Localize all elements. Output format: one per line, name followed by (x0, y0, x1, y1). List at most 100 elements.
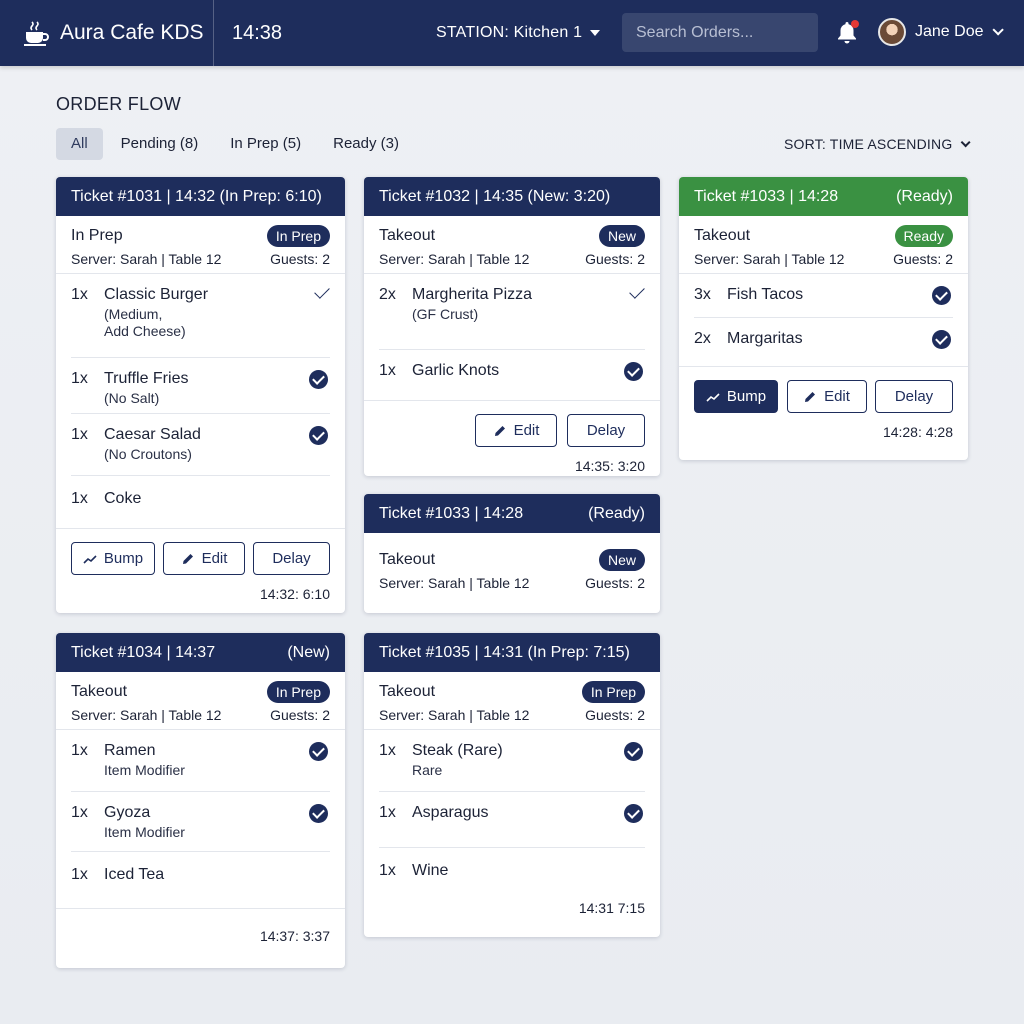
order-type: Takeout (379, 683, 436, 700)
item-modifier: (No Croutons) (104, 446, 192, 462)
bump-button[interactable]: Bump (694, 380, 778, 413)
ticket-card-1034[interactable]: Ticket #1034 | 14:37 (New) Takeout In Pr… (56, 633, 345, 968)
item-qty: 1x (71, 742, 88, 759)
guest-count: Guests: 2 (893, 251, 953, 267)
chevron-down-icon (961, 136, 971, 147)
ticket-header: Ticket #1031 | 14:32 (In Prep: 6:10) (56, 177, 345, 216)
item-qty: 1x (71, 804, 88, 821)
guest-count: Guests: 2 (585, 251, 645, 267)
item-list: 1x Ramen Item Modifier 1x Gyoza Item Mod… (56, 730, 345, 908)
delay-label: Delay (586, 422, 626, 439)
item-qty: 1x (379, 862, 396, 879)
check-circle-icon[interactable] (932, 286, 951, 305)
bump-button[interactable]: Bump (71, 542, 155, 575)
ticket-actions: Edit Delay (364, 400, 660, 447)
server-table: Server: Sarah | Table 12 (71, 251, 222, 267)
ticket-meta: Takeout Ready Server: Sarah | Table 12 G… (679, 216, 968, 274)
bump-label: Bump (103, 550, 144, 567)
elapsed-time: 14:31 7:15 (578, 900, 645, 916)
sort-dropdown[interactable]: SORT: TIME ASCENDING (784, 136, 971, 152)
check-circle-icon[interactable] (624, 804, 643, 823)
item-name: Margherita Pizza (412, 286, 533, 303)
item-qty: 1x (71, 426, 88, 443)
delay-label: Delay (272, 550, 311, 567)
search-input[interactable] (622, 13, 818, 52)
check-circle-icon[interactable] (309, 370, 328, 389)
list-item[interactable]: 1x Wine (379, 848, 645, 898)
item-qty: 3x (694, 286, 711, 303)
check-circle-icon[interactable] (624, 742, 643, 761)
coffee-cup-icon (24, 21, 49, 46)
ticket-header: Ticket #1032 | 14:35 (New: 3:20) (364, 177, 660, 216)
delay-button[interactable]: Delay (875, 380, 953, 413)
delay-button[interactable]: Delay (253, 542, 330, 575)
ticket-card-1035[interactable]: Ticket #1035 | 14:31 (In Prep: 7:15) Tak… (364, 633, 660, 937)
elapsed-time: 14:28: 4:28 (882, 424, 953, 440)
caret-down-icon (590, 30, 601, 36)
list-item[interactable]: 1x Garlic Knots (379, 350, 645, 400)
ticket-card-1033-ready[interactable]: Ticket #1033 | 14:28 (Ready) Takeout Rea… (679, 177, 968, 460)
delay-button[interactable]: Delay (567, 414, 645, 447)
trend-up-icon (706, 392, 720, 402)
check-circle-icon[interactable] (309, 742, 328, 761)
ticket-card-1033[interactable]: Ticket #1033 | 14:28 (Ready) Takeout New… (364, 494, 660, 613)
ticket-title: Ticket #1032 | 14:35 (New: 3:20) (379, 187, 611, 205)
order-type: Takeout (71, 683, 128, 700)
ticket-title: Ticket #1033 | 14:28 (694, 187, 839, 205)
list-item[interactable]: 1x Classic Burger (Medium, Add Cheese) (71, 274, 330, 358)
clock: 14:38 (232, 21, 283, 44)
item-qty: 1x (71, 286, 88, 303)
ticket-title: Ticket #1033 | 14:28 (379, 504, 524, 522)
list-item[interactable]: 2x Margaritas (694, 318, 953, 366)
list-item[interactable]: 1x Truffle Fries (No Salt) (71, 358, 330, 414)
list-item[interactable]: 1x Caesar Salad (No Croutons) (71, 414, 330, 476)
status-badge: New (598, 549, 645, 571)
item-modifier: Item Modifier (104, 762, 185, 778)
check-circle-icon[interactable] (624, 362, 643, 381)
check-circle-icon[interactable] (309, 426, 328, 445)
list-item[interactable]: 1x Steak (Rare) Rare (379, 730, 645, 792)
order-type: In Prep (71, 227, 123, 244)
edit-button[interactable]: Edit (163, 542, 245, 575)
ticket-card-1032[interactable]: Ticket #1032 | 14:35 (New: 3:20) Takeout… (364, 177, 660, 476)
section-title: ORDER FLOW (56, 94, 182, 114)
station-label: STATION: Kitchen 1 (436, 24, 583, 41)
item-name: Fish Tacos (727, 286, 804, 303)
check-circle-icon[interactable] (309, 804, 328, 823)
status-badge: In Prep (581, 681, 645, 703)
list-item[interactable]: 3x Fish Tacos (694, 274, 953, 318)
ticket-status: (New) (287, 643, 330, 661)
server-table: Server: Sarah | Table 12 (379, 575, 530, 591)
server-table: Server: Sarah | Table 12 (71, 707, 222, 723)
filter-pending[interactable]: Pending (8) (107, 128, 213, 160)
filter-all[interactable]: All (56, 128, 103, 160)
ticket-card-1031[interactable]: Ticket #1031 | 14:32 (In Prep: 6:10) In … (56, 177, 345, 613)
pencil-icon (805, 391, 816, 402)
edit-button[interactable]: Edit (475, 414, 557, 447)
station-selector[interactable]: STATION: Kitchen 1 (436, 24, 601, 42)
item-name: Gyoza (104, 804, 151, 821)
item-qty: 2x (379, 286, 396, 303)
order-type: Takeout (379, 227, 436, 244)
item-list: 3x Fish Tacos 2x Margaritas (679, 274, 968, 366)
list-item[interactable]: 1x Ramen Item Modifier (71, 730, 330, 792)
list-item[interactable]: 1x Gyoza Item Modifier (71, 792, 330, 852)
top-bar: Aura Cafe KDS 14:38 STATION: Kitchen 1 J… (0, 0, 1024, 66)
list-item[interactable]: 2x Margherita Pizza (GF Crust) (379, 274, 645, 350)
edit-label: Edit (824, 388, 850, 405)
item-name: Caesar Salad (104, 426, 201, 443)
edit-button[interactable]: Edit (786, 380, 867, 413)
user-menu[interactable]: Jane Doe (878, 18, 1004, 46)
item-name: Garlic Knots (412, 362, 500, 379)
item-qty: 1x (71, 370, 88, 387)
item-qty: 1x (71, 490, 88, 507)
list-item[interactable]: 1x Asparagus (379, 792, 645, 848)
filter-ready[interactable]: Ready (3) (319, 128, 413, 160)
check-circle-icon[interactable] (932, 330, 951, 349)
list-item[interactable]: 1x Coke (71, 476, 330, 528)
list-item[interactable]: 1x Iced Tea (71, 852, 330, 908)
filter-in-prep[interactable]: In Prep (5) (216, 128, 315, 160)
item-list: 2x Margherita Pizza (GF Crust) 1x Garlic… (364, 274, 660, 400)
ticket-title: Ticket #1031 | 14:32 (In Prep: 6:10) (71, 187, 322, 205)
item-modifier: (No Salt) (104, 390, 160, 406)
